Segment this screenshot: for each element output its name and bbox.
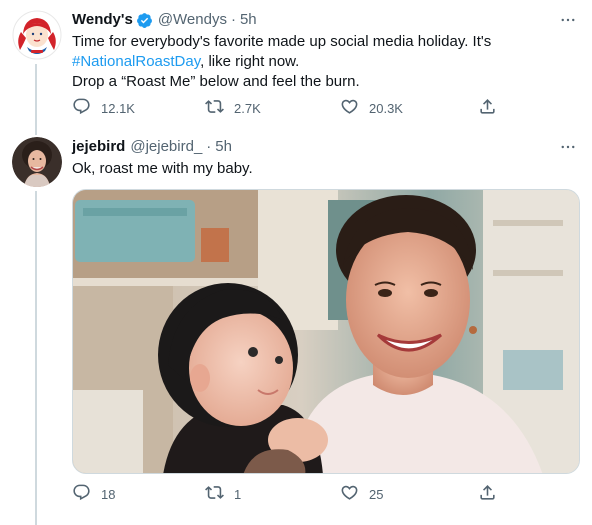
- share-icon: [478, 97, 497, 119]
- tweet-text-line: Drop a “Roast Me” below and feel the bur…: [72, 72, 578, 92]
- tweet-text-line: #NationalRoastDay, like right now.: [72, 52, 578, 72]
- text-segment: , like right now.: [200, 53, 300, 70]
- timestamp[interactable]: 5h: [215, 137, 232, 157]
- text-segment: Drop a “Roast Me” below and feel the bur…: [72, 73, 360, 90]
- text-segment: Time for everybody's favorite made up so…: [72, 33, 492, 50]
- share-button[interactable]: [478, 483, 497, 505]
- tweet-text-line: Time for everybody's favorite made up so…: [72, 32, 578, 52]
- tweet-header: Wendy's @Wendys · 5h: [72, 10, 578, 30]
- separator-dot: ·: [206, 138, 212, 155]
- like-button[interactable]: 25: [340, 483, 383, 505]
- verified-badge-icon: [136, 12, 153, 29]
- tweet-body: jejebird @jejebird_ · 5h Ok, roast me wi…: [72, 137, 578, 179]
- hashtag-link[interactable]: #NationalRoastDay: [72, 53, 200, 70]
- tweet-actions: 18 1 25: [72, 484, 502, 504]
- tweet-text: Ok, roast me with my baby.: [72, 160, 253, 177]
- reply-icon: [72, 97, 91, 119]
- share-icon: [478, 483, 497, 505]
- retweet-button[interactable]: 2.7K: [205, 97, 261, 119]
- retweet-icon: [205, 97, 224, 119]
- avatar-column: [12, 10, 62, 60]
- reply-button[interactable]: 18: [72, 483, 115, 505]
- wendys-avatar[interactable]: [12, 10, 62, 60]
- share-button[interactable]: [478, 97, 497, 119]
- tweet-text: Time for everybody's favorite made up so…: [72, 32, 578, 92]
- separator-dot: ·: [230, 11, 236, 28]
- tweet-wendys[interactable]: Wendy's @Wendys · 5h Time for everybody'…: [0, 0, 592, 131]
- like-count: 25: [369, 486, 384, 502]
- tweet-actions: 12.1K 2.7K 20.3K: [72, 98, 502, 118]
- thread-connector-top: [35, 131, 37, 135]
- reply-button[interactable]: 12.1K: [72, 97, 135, 119]
- reply-icon: [72, 483, 91, 505]
- retweet-button[interactable]: 1: [205, 483, 241, 505]
- retweet-icon: [205, 483, 224, 505]
- display-name[interactable]: Wendy's: [72, 10, 133, 30]
- retweet-count: 1: [234, 486, 242, 502]
- more-icon[interactable]: [558, 137, 578, 157]
- tweet-body: Wendy's @Wendys · 5h Time for everybody'…: [72, 10, 578, 92]
- tweet-photo[interactable]: [72, 189, 580, 474]
- like-count: 20.3K: [369, 100, 403, 116]
- display-name[interactable]: jejebird: [72, 137, 125, 157]
- avatar-column: [12, 137, 62, 187]
- reply-count: 12.1K: [101, 100, 135, 116]
- like-button[interactable]: 20.3K: [340, 97, 403, 119]
- heart-icon: [340, 483, 359, 505]
- user-handle[interactable]: @jejebird_: [130, 137, 202, 157]
- more-icon[interactable]: [558, 10, 578, 30]
- heart-icon: [340, 97, 359, 119]
- tweet-header: jejebird @jejebird_ · 5h: [72, 137, 578, 157]
- thread-connector: [35, 64, 37, 131]
- jejebird-avatar[interactable]: [12, 137, 62, 187]
- reply-count: 18: [101, 486, 116, 502]
- retweet-count: 2.7K: [234, 100, 261, 116]
- thread-connector: [35, 191, 37, 525]
- user-handle[interactable]: @Wendys: [158, 10, 227, 30]
- timestamp[interactable]: 5h: [240, 10, 257, 30]
